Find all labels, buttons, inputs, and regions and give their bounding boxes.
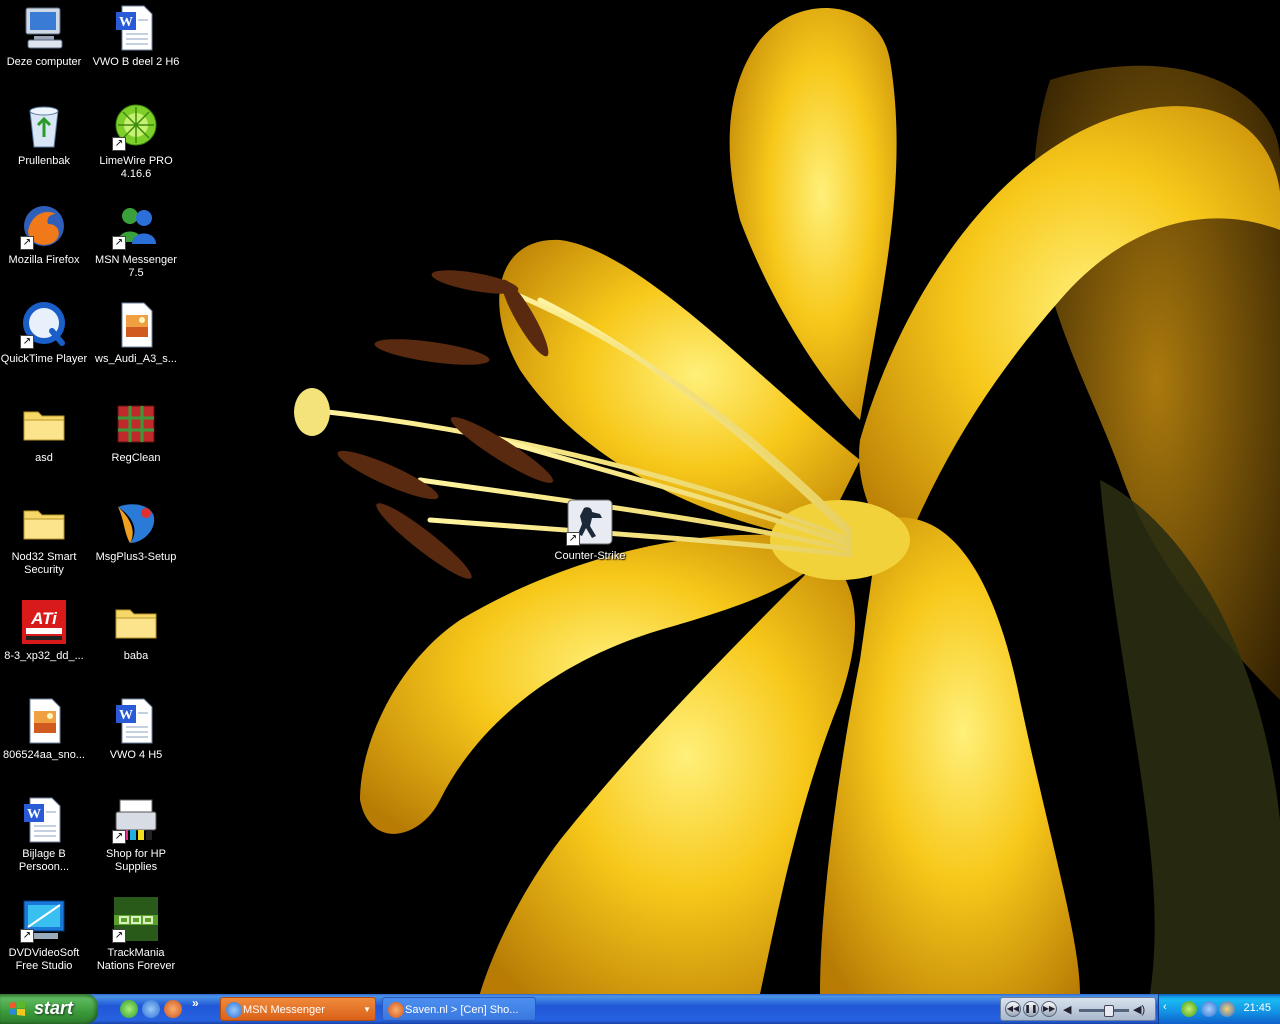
image-file-icon: [112, 301, 160, 349]
speaker-icon[interactable]: ◀: [1063, 1003, 1071, 1016]
volume-slider-thumb[interactable]: [1104, 1005, 1114, 1017]
msn-messenger-icon: ↗: [112, 202, 160, 250]
desktop-icon-ati-driver[interactable]: ATi 8-3_xp32_dd_...: [0, 598, 88, 663]
image-file-icon: [20, 697, 68, 745]
trackmania-icon: ↗: [112, 895, 160, 943]
desktop-icon-806524aa[interactable]: 806524aa_sno...: [0, 697, 88, 762]
svg-text:W: W: [119, 15, 133, 30]
windows-logo-icon: [9, 1001, 25, 1016]
desktop-icon-msgplus[interactable]: MsgPlus3-Setup: [92, 499, 180, 564]
clock[interactable]: 21:45: [1243, 1002, 1271, 1014]
desktop-icon-baba[interactable]: baba: [92, 598, 180, 663]
desktop-icon-msn-messenger[interactable]: ↗ MSN Messenger 7.5: [92, 202, 180, 280]
word-document-icon: W: [112, 697, 160, 745]
desktop-icon-prullenbak[interactable]: Prullenbak: [0, 103, 88, 168]
desktop-icon-dvdvideosoft[interactable]: ↗ DVDVideoSoft Free Studio: [0, 895, 88, 973]
folder-icon: [20, 499, 68, 547]
desktop-icon-trackmania[interactable]: ↗ TrackMania Nations Forever: [92, 895, 180, 973]
pause-button[interactable]: ❚❚: [1023, 1001, 1039, 1017]
desktop-icon-limewire[interactable]: ↗ LimeWire PRO 4.16.6: [92, 103, 180, 181]
shortcut-arrow-icon: ↗: [112, 830, 126, 844]
dropdown-arrow-icon: ▼: [363, 1005, 371, 1014]
desktop-icon-nod32[interactable]: Nod32 Smart Security: [0, 499, 88, 577]
word-document-icon: W: [112, 4, 160, 52]
next-track-button[interactable]: ▶▶: [1041, 1001, 1057, 1017]
folder-icon: [112, 598, 160, 646]
shortcut-arrow-icon: ↗: [566, 532, 580, 546]
firefox-icon[interactable]: [164, 1000, 182, 1018]
desktop-icon-ws-audi-a3[interactable]: ws_Audi_A3_s...: [92, 301, 180, 366]
desktop-icon-deze-computer[interactable]: Deze computer: [0, 4, 88, 69]
desktop-icon-mozilla-firefox[interactable]: ↗ Mozilla Firefox: [0, 202, 88, 267]
my-computer-icon: [20, 4, 68, 52]
media-player-toolbar: ◀◀ ❚❚ ▶▶ ◀ ◀): [1000, 997, 1156, 1021]
quick-launch-overflow-icon[interactable]: »: [192, 996, 199, 1010]
limewire-tray-icon[interactable]: [1181, 1001, 1197, 1017]
ati-radeon-icon: ATi: [20, 598, 68, 646]
desktop-icon-bijlage-b[interactable]: W Bijlage B Persoon...: [0, 796, 88, 874]
recycle-bin-icon: [20, 103, 68, 151]
shortcut-arrow-icon: ↗: [112, 929, 126, 943]
quicktime-icon: ↗: [20, 301, 68, 349]
msn-tray-icon[interactable]: [1201, 1001, 1217, 1017]
msgplus-tray-icon[interactable]: [1219, 1001, 1235, 1017]
lily-wallpaper: [0, 0, 1280, 994]
shortcut-arrow-icon: ↗: [112, 137, 126, 151]
shortcut-arrow-icon: ↗: [112, 236, 126, 250]
desktop-icon-quicktime[interactable]: ↗ QuickTime Player: [0, 301, 88, 366]
svg-text:W: W: [27, 807, 41, 822]
system-tray: ‹ 21:45: [1158, 994, 1280, 1024]
word-document-icon: W: [20, 796, 68, 844]
taskbar-button-firefox-saven[interactable]: Saven.nl > [Cen] Sho...: [382, 997, 536, 1021]
taskbar-button-msn-messenger[interactable]: MSN Messenger ▼: [220, 997, 376, 1021]
shortcut-arrow-icon: ↗: [20, 335, 34, 349]
shortcut-arrow-icon: ↗: [20, 236, 34, 250]
limewire-icon: ↗: [112, 103, 160, 151]
hp-printer-icon: ↗: [112, 796, 160, 844]
desktop-icon-counter-strike[interactable]: ↗ Counter-Strike: [546, 498, 634, 563]
desktop-icon-asd[interactable]: asd: [0, 400, 88, 465]
folder-icon: [20, 400, 68, 448]
svg-text:ATi: ATi: [30, 609, 58, 628]
desktop-icon-shop-hp-supplies[interactable]: ↗ Shop for HP Supplies: [92, 796, 180, 874]
taskbar: start » MSN Messenger ▼ Saven.nl > [Cen]…: [0, 994, 1280, 1024]
msn-messenger-icon[interactable]: [142, 1000, 160, 1018]
firefox-icon: [388, 1002, 404, 1018]
firefox-icon: ↗: [20, 202, 68, 250]
desktop-icon-vwo-4-h5[interactable]: W VWO 4 H5: [92, 697, 180, 762]
desktop-icon-vwo-b-deel-2-h6[interactable]: W VWO B deel 2 H6: [92, 4, 180, 69]
shortcut-arrow-icon: ↗: [20, 929, 34, 943]
volume-slider[interactable]: [1079, 1005, 1129, 1017]
speaker-loud-icon: ◀): [1133, 1004, 1146, 1016]
counter-strike-icon: ↗: [566, 498, 614, 546]
desktop[interactable]: Deze computer W VWO B deel 2 H6 Prullenb…: [0, 0, 1280, 994]
previous-track-button[interactable]: ◀◀: [1005, 1001, 1021, 1017]
show-desktop-icon[interactable]: [120, 1000, 138, 1018]
msgplus-icon: [112, 499, 160, 547]
svg-text:W: W: [119, 708, 133, 723]
regclean-icon: [112, 400, 160, 448]
tray-expand-arrow-icon[interactable]: ‹: [1163, 1001, 1167, 1013]
dvdvideosoft-icon: ↗: [20, 895, 68, 943]
desktop-icon-regclean[interactable]: RegClean: [92, 400, 180, 465]
start-button[interactable]: start: [0, 994, 98, 1024]
msn-messenger-icon: [226, 1002, 242, 1018]
